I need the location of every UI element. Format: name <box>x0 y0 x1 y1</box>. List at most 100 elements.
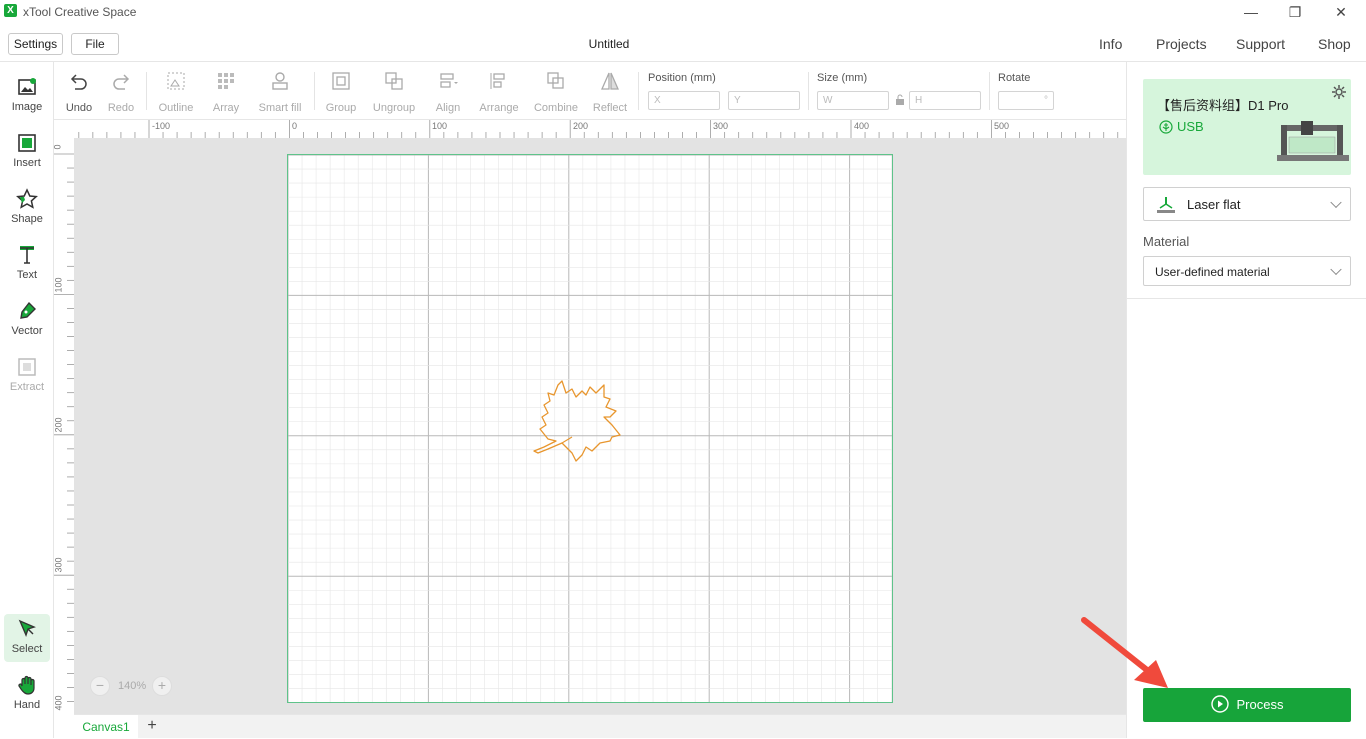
zoom-out-button[interactable]: − <box>90 676 110 696</box>
select-tool[interactable]: Select <box>4 614 50 662</box>
ruler-left-label: 300 <box>54 557 64 573</box>
gear-icon[interactable] <box>1331 84 1347 100</box>
array-button[interactable]: Array <box>206 70 246 114</box>
size-h-input[interactable]: H <box>909 91 981 110</box>
outline-label: Outline <box>158 102 194 114</box>
align-button[interactable]: Align <box>430 70 466 114</box>
size-label: Size (mm) <box>817 72 868 84</box>
position-x-input[interactable]: X <box>648 91 720 110</box>
toolbar-divider <box>638 72 639 110</box>
hand-icon <box>18 675 35 695</box>
document-title: Untitled <box>588 37 630 51</box>
ruler-top-label: -100 <box>152 121 171 131</box>
outline-icon <box>167 72 185 90</box>
chevron-down-icon <box>1330 263 1342 276</box>
canvas-tab[interactable]: Canvas1 <box>74 715 138 739</box>
insert-tool[interactable]: Insert <box>4 128 50 176</box>
add-canvas-button[interactable]: + <box>142 716 162 736</box>
group-button[interactable]: Group <box>324 70 358 114</box>
rotate-input[interactable]: ° <box>998 91 1054 110</box>
restore-button[interactable]: ❐ <box>1280 2 1310 22</box>
hand-tool-label: Hand <box>13 699 41 711</box>
cursor-arrow-icon <box>18 619 36 637</box>
extract-tool[interactable]: Extract <box>4 352 50 400</box>
chevron-down-icon <box>1330 196 1342 209</box>
outline-button[interactable]: Outline <box>156 70 196 114</box>
shop-link[interactable]: Shop <box>1318 36 1351 52</box>
image-tool[interactable]: Image <box>4 72 50 120</box>
zoom-in-button[interactable]: + <box>152 676 172 696</box>
ungroup-label: Ungroup <box>372 102 416 114</box>
size-w-input[interactable]: W <box>817 91 889 110</box>
rotate-label: Rotate <box>998 72 1031 84</box>
ungroup-button[interactable]: Ungroup <box>370 70 418 114</box>
close-button[interactable]: ✕ <box>1326 2 1356 22</box>
ruler-corner <box>54 120 74 138</box>
material-dropdown[interactable]: User-defined material <box>1143 256 1351 286</box>
ruler-left-label: 400 <box>54 695 64 711</box>
position-y-input[interactable]: Y <box>728 91 800 110</box>
device-card[interactable]: 【售后资料组】D1 Pro USB <box>1143 79 1351 175</box>
panel-divider <box>1127 298 1366 299</box>
text-tool[interactable]: Text <box>4 240 50 288</box>
zoom-level: 140% <box>118 680 147 692</box>
mode-dropdown[interactable]: Laser flat <box>1143 187 1351 221</box>
group-label: Group <box>325 102 357 114</box>
position-label: Position (mm) <box>648 72 716 84</box>
toolbar-divider <box>989 72 990 110</box>
array-label: Array <box>212 102 240 114</box>
select-tool-label: Select <box>11 643 43 655</box>
arrange-icon <box>490 73 505 89</box>
process-button[interactable]: Process <box>1143 688 1351 722</box>
device-name: 【售后资料组】D1 Pro <box>1157 98 1289 113</box>
smart-fill-icon <box>272 72 288 90</box>
redo-label: Redo <box>107 102 135 114</box>
laser-flat-icon <box>1157 197 1175 213</box>
smart-fill-button[interactable]: Smart fill <box>256 70 304 114</box>
support-link[interactable]: Support <box>1236 36 1285 52</box>
lock-icon[interactable] <box>894 94 906 106</box>
ruler-left-label: 100 <box>54 277 64 293</box>
arrange-button[interactable]: Arrange <box>478 70 520 114</box>
material-selected: User-defined material <box>1155 265 1270 279</box>
reflect-label: Reflect <box>592 102 628 114</box>
reflect-button[interactable]: Reflect <box>590 70 630 114</box>
undo-icon <box>70 74 87 90</box>
info-link[interactable]: Info <box>1099 36 1122 52</box>
undo-label: Undo <box>65 102 93 114</box>
combine-icon <box>547 72 564 89</box>
vector-tool[interactable]: Vector <box>4 296 50 344</box>
ruler-top-ticks <box>78 120 1119 138</box>
ruler-top-label: 400 <box>854 121 870 131</box>
ruler-top-label: 300 <box>713 121 729 131</box>
projects-link[interactable]: Projects <box>1156 36 1207 52</box>
toolbar-divider <box>808 72 809 110</box>
maple-leaf-design[interactable] <box>532 377 628 463</box>
laser-machine-icon <box>1277 121 1349 161</box>
reflect-icon <box>601 72 619 90</box>
title-bar: X xTool Creative Space — ❐ ✕ <box>0 0 1366 26</box>
align-label: Align <box>435 102 461 114</box>
hand-tool[interactable]: Hand <box>4 670 50 718</box>
process-label: Process <box>1236 697 1284 712</box>
menu-bar: Settings File Untitled Info Projects Sup… <box>0 26 1366 62</box>
smart-fill-label: Smart fill <box>258 102 302 114</box>
canvas-area[interactable]: -100 0 100 200 300 400 500 0 100 200 300… <box>54 120 1126 714</box>
connection-type: USB <box>1177 119 1204 134</box>
minimize-button[interactable]: — <box>1236 2 1266 22</box>
undo-button[interactable]: Undo <box>64 70 94 114</box>
redo-button[interactable]: Redo <box>106 70 136 114</box>
redo-icon <box>113 74 130 90</box>
arrange-label: Arrange <box>479 102 519 114</box>
shape-tool[interactable]: Shape <box>4 184 50 232</box>
mode-selected: Laser flat <box>1187 197 1241 212</box>
array-icon <box>218 73 234 89</box>
text-tool-label: Text <box>16 269 38 281</box>
vector-tool-label: Vector <box>11 325 43 337</box>
app-title: xTool Creative Space <box>23 5 137 19</box>
work-area[interactable] <box>287 154 893 703</box>
ruler-left-label: 0 <box>54 144 63 149</box>
combine-button[interactable]: Combine <box>532 70 580 114</box>
annotation-arrow-icon <box>1081 617 1168 688</box>
ruler-top: -100 0 100 200 300 400 500 <box>74 120 1126 138</box>
